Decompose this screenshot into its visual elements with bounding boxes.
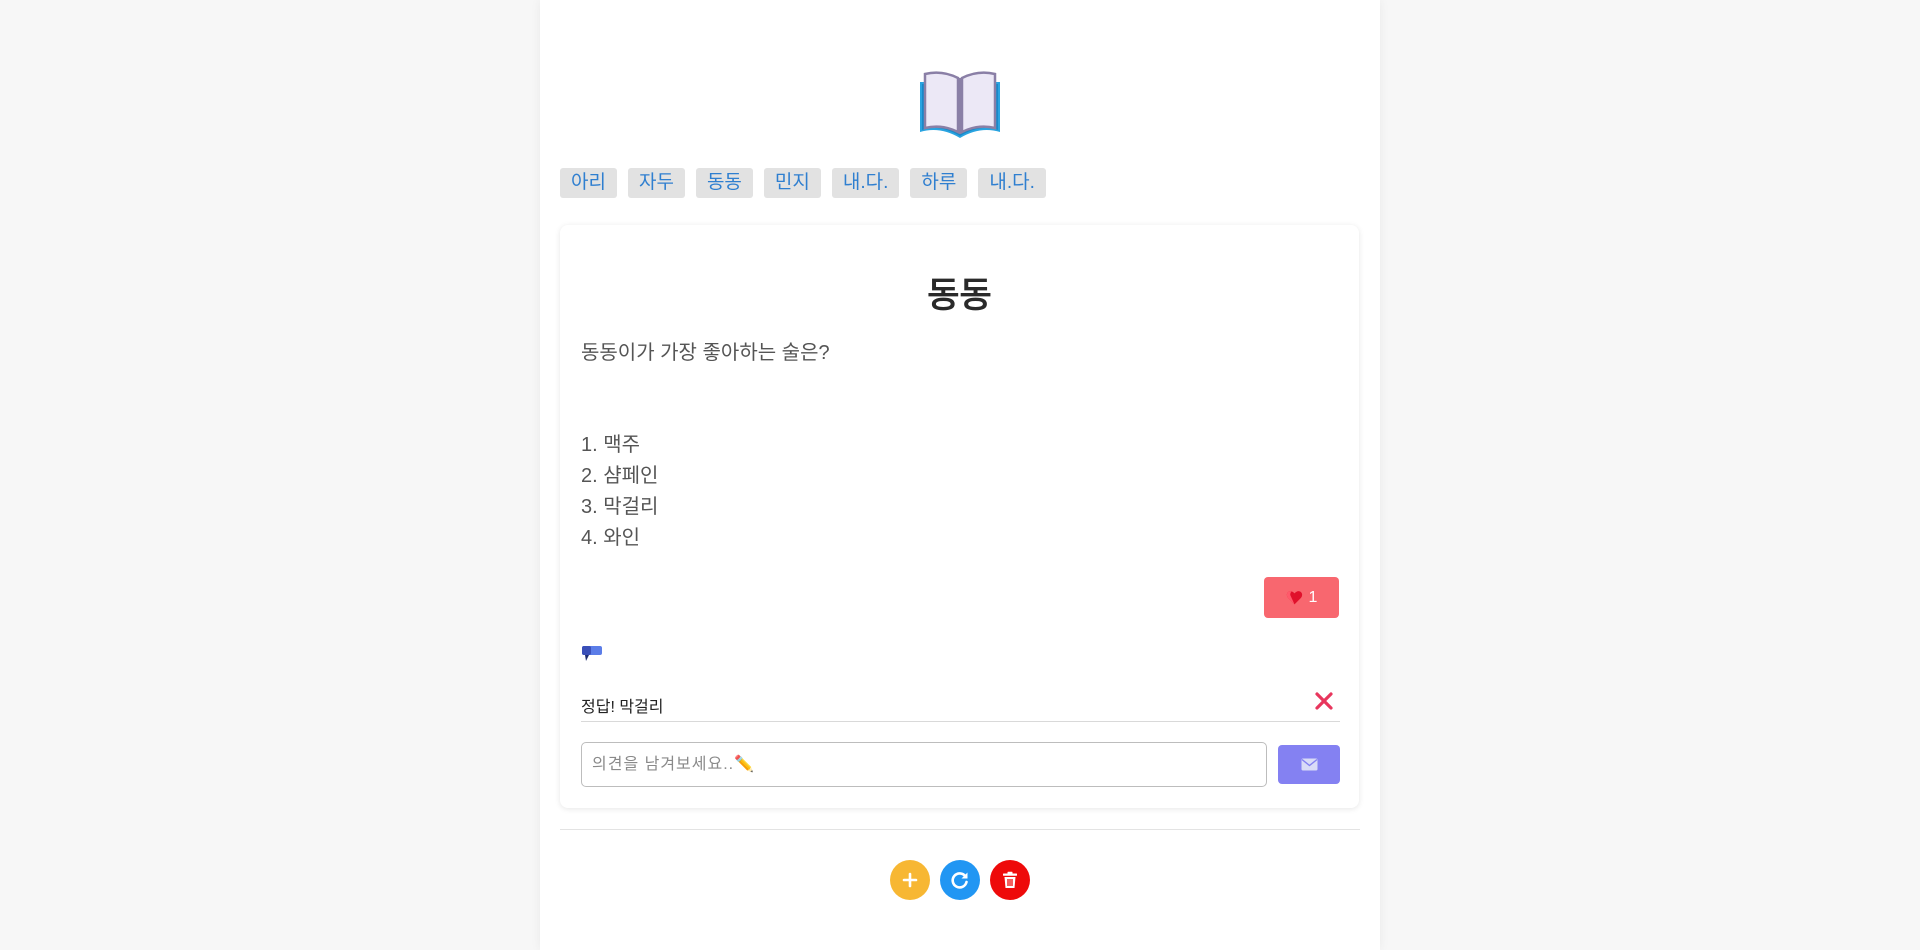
tab-jadu[interactable]: 자두 bbox=[627, 168, 685, 198]
tab-minji[interactable]: 민지 bbox=[763, 168, 821, 198]
option-item: 4. 와인 bbox=[581, 527, 641, 549]
envelope-icon bbox=[1301, 758, 1317, 771]
comment-text: 정답! 막걸리 bbox=[581, 699, 664, 716]
divider bbox=[560, 829, 1360, 830]
option-item: 2. 샴페인 bbox=[581, 465, 659, 487]
answer-options: 1. 맥주 2. 샴페인 3. 막걸리 4. 와인 bbox=[581, 430, 658, 554]
plus-icon bbox=[902, 872, 918, 888]
tab-haru[interactable]: 하루 bbox=[910, 168, 968, 198]
tab-naeda-1[interactable]: 내.다. bbox=[831, 168, 900, 198]
send-button[interactable] bbox=[1278, 745, 1340, 784]
quiz-card: 동동 동동이가 가장 좋아하는 술은? 1. 맥주 2. 샴페인 3. 막걸리 … bbox=[560, 225, 1359, 808]
speech-bubble-icon bbox=[582, 646, 602, 661]
like-button[interactable]: 1 bbox=[1264, 577, 1339, 618]
refresh-button[interactable] bbox=[940, 860, 980, 900]
option-item: 1. 맥주 bbox=[581, 434, 641, 456]
delete-button[interactable] bbox=[990, 860, 1030, 900]
tab-dongdong[interactable]: 동동 bbox=[695, 168, 753, 198]
trash-icon bbox=[1003, 871, 1017, 888]
refresh-icon bbox=[951, 872, 968, 889]
comment-input[interactable] bbox=[581, 742, 1267, 787]
tab-naeda-2[interactable]: 내.다. bbox=[978, 168, 1046, 198]
heart-icon bbox=[1286, 591, 1302, 605]
option-item: 3. 막걸리 bbox=[581, 496, 659, 518]
tab-bar: 아리 자두 동동 민지 내.다. 하루 내.다. bbox=[560, 168, 1046, 198]
add-button[interactable] bbox=[890, 860, 930, 900]
open-book-icon bbox=[920, 71, 1000, 138]
like-count: 1 bbox=[1308, 588, 1318, 606]
close-icon[interactable] bbox=[1314, 691, 1334, 711]
question-text: 동동이가 가장 좋아하는 술은? bbox=[581, 342, 830, 364]
comment-item: 정답! 막걸리 bbox=[581, 683, 1340, 722]
tab-ari[interactable]: 아리 bbox=[560, 168, 617, 198]
page-container: 아리 자두 동동 민지 내.다. 하루 내.다. 동동 동동이가 가장 좋아하는… bbox=[540, 0, 1380, 950]
action-bar bbox=[890, 860, 1030, 900]
card-title: 동동 bbox=[927, 276, 992, 315]
